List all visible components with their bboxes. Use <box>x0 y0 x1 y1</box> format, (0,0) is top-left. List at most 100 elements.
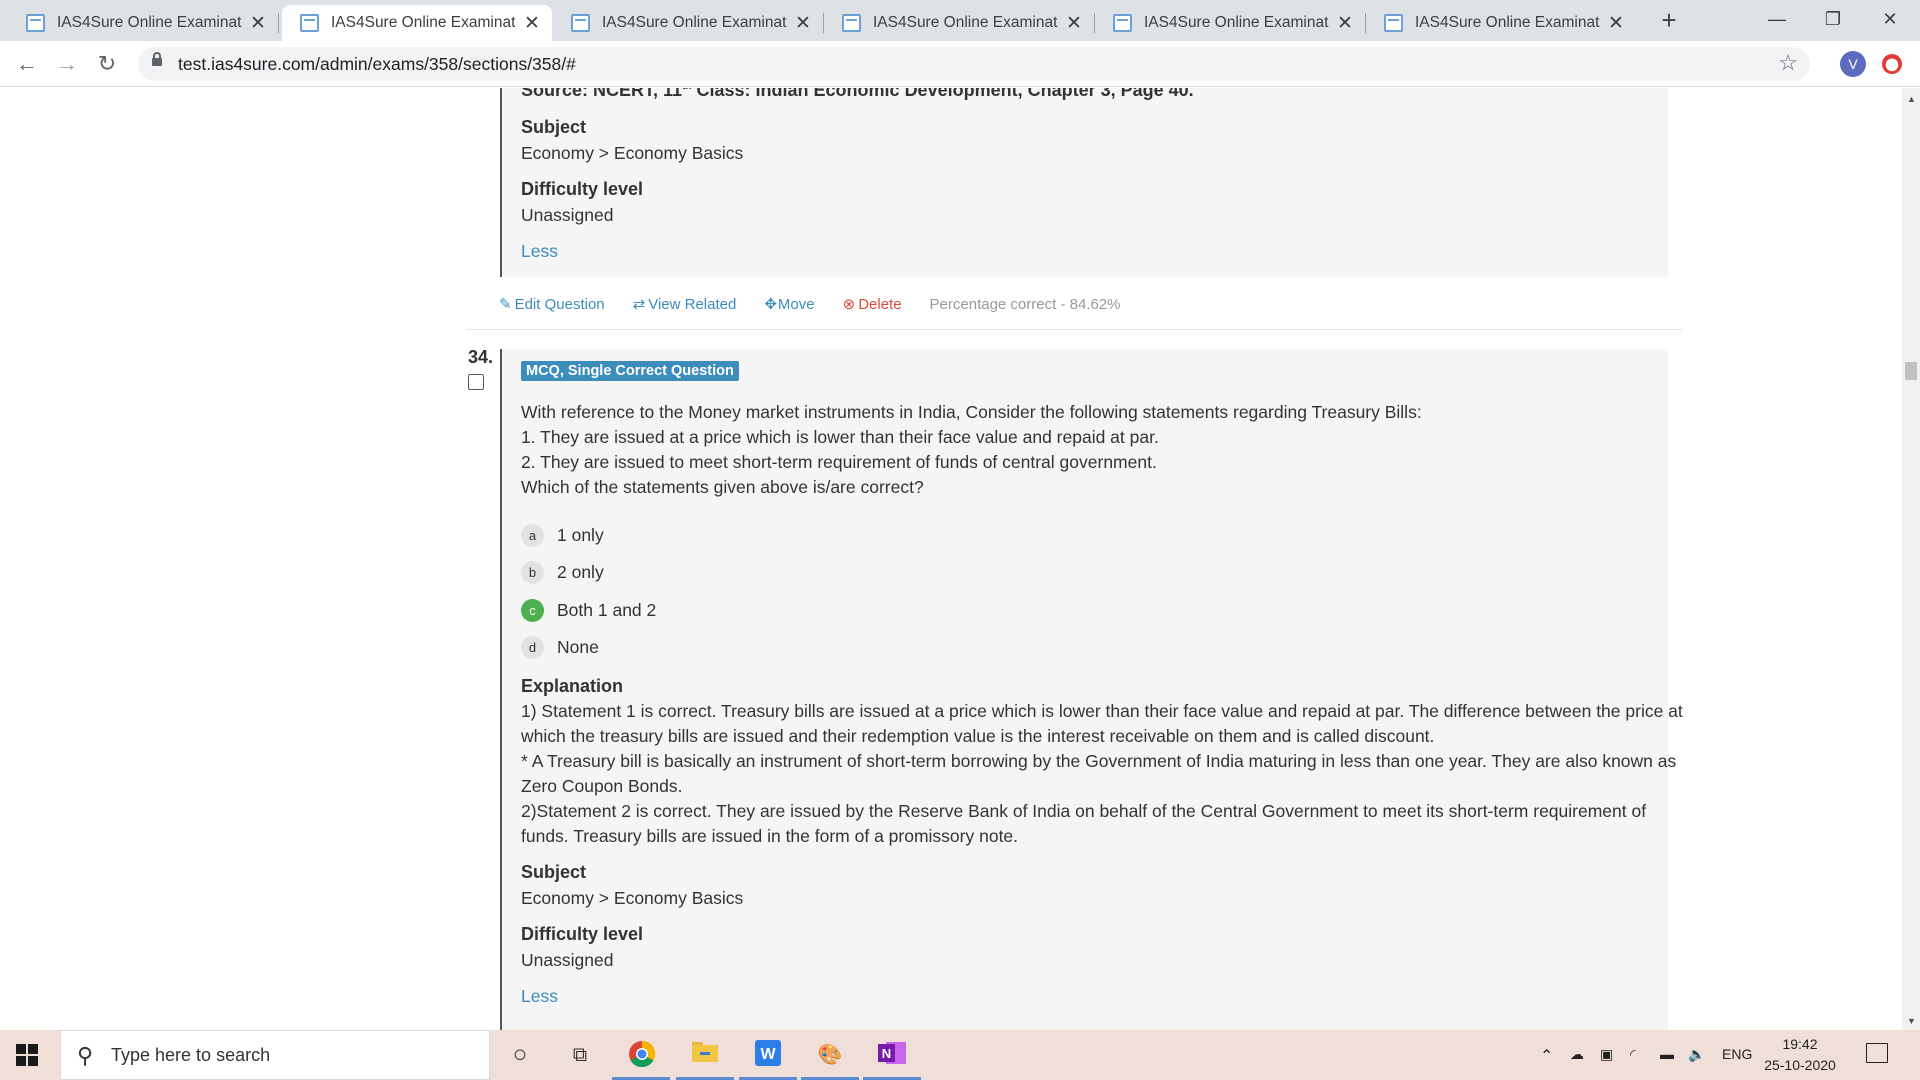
clock-time: 19:42 <box>1782 1036 1818 1052</box>
source-line: Source: NCERT, 11th Class: Indian Econom… <box>521 88 1194 101</box>
difficulty-label: Difficulty level <box>521 924 644 944</box>
less-link[interactable]: Less <box>521 986 558 1007</box>
page-scrollbar[interactable]: ▲ ▼ <box>1902 88 1920 1030</box>
divider <box>466 329 1682 330</box>
scroll-thumb[interactable] <box>1905 362 1917 380</box>
prev-question-panel <box>500 88 1668 277</box>
question-stem-line: 2. They are issued to meet short-term re… <box>521 452 1157 472</box>
browser-tab[interactable]: IAS4Sure Online Examination ✕ <box>1095 5 1366 41</box>
reload-button[interactable]: ↻ <box>92 49 122 79</box>
window-close-button[interactable]: ✕ <box>1862 0 1918 40</box>
delete-link[interactable]: ⊗ Delete <box>843 295 916 313</box>
less-link[interactable]: Less <box>521 241 558 262</box>
subject-value: Economy > Economy Basics <box>521 888 744 908</box>
question-stem-line: Which of the statements given above is/a… <box>521 477 924 497</box>
file-explorer-icon[interactable] <box>690 1040 720 1070</box>
tab-title: IAS4Sure Online Examination <box>1144 14 1329 31</box>
search-placeholder: Type here to search <box>111 1045 271 1065</box>
question-actions: ✎ Edit Question ⇄ View Related ✥Move ⊗ Dele… <box>499 295 1134 314</box>
page-icon <box>1384 14 1403 32</box>
browser-tab[interactable]: IAS4Sure Online Examination ✕ <box>8 5 279 41</box>
question-type-badge: MCQ, Single Correct Question <box>521 361 739 381</box>
scroll-up-arrow-icon[interactable]: ▲ <box>1907 94 1916 104</box>
tab-strip: IAS4Sure Online Examination ✕ IAS4Sure O… <box>0 0 1920 41</box>
tray-app-icon[interactable]: ▣ <box>1600 1046 1613 1063</box>
wifi-icon[interactable]: ◜ <box>1630 1046 1635 1063</box>
delete-label: Delete <box>858 296 902 313</box>
browser-tab[interactable]: IAS4Sure Online Examination ✕ <box>553 5 824 41</box>
bookmark-star-icon[interactable]: ☆ <box>1778 50 1798 76</box>
url-text[interactable]: test.ias4sure.com/admin/exams/358/sectio… <box>178 54 576 75</box>
volume-icon[interactable]: 🔈 <box>1688 1046 1705 1063</box>
page-icon <box>571 14 590 32</box>
close-icon[interactable]: ✕ <box>1064 12 1084 35</box>
system-clock[interactable]: 19:42 25-10-2020 <box>1764 1034 1836 1076</box>
task-view-icon[interactable]: ⧉ <box>565 1040 595 1070</box>
option-letter: b <box>521 561 544 584</box>
percentage-correct: Percentage correct - 84.62% <box>929 295 1121 313</box>
tab-title: IAS4Sure Online Examination <box>57 14 242 31</box>
option-letter: a <box>521 524 544 547</box>
browser-tab[interactable]: IAS4Sure Online Examination ✕ <box>824 5 1095 41</box>
option-b: b 2 only <box>521 561 604 584</box>
delete-circle-icon: ⊗ <box>842 296 856 313</box>
difficulty-value: Unassigned <box>521 205 614 225</box>
paint-app-icon[interactable]: 🎨 <box>815 1040 845 1070</box>
page-content: Source: NCERT, 11th Class: Indian Econom… <box>0 88 1902 1030</box>
move-icon: ✥ <box>764 296 777 313</box>
new-tab-button[interactable]: + <box>1654 5 1684 35</box>
source-rest: Class: Indian Economic Development, Chap… <box>691 88 1194 100</box>
clock-date: 25-10-2020 <box>1764 1057 1836 1073</box>
close-icon[interactable]: ✕ <box>248 12 268 35</box>
taskbar-search-box[interactable]: ⚲ Type here to search <box>60 1030 490 1080</box>
writer-app-icon[interactable]: W <box>753 1040 783 1070</box>
tab-title: IAS4Sure Online Examination <box>602 14 787 31</box>
notification-center-icon[interactable] <box>1866 1043 1888 1063</box>
option-letter: d <box>521 636 544 659</box>
option-text: None <box>557 637 599 657</box>
onenote-icon[interactable]: N <box>877 1040 907 1070</box>
difficulty-label: Difficulty level <box>521 179 644 199</box>
restore-button[interactable]: ❐ <box>1805 0 1861 40</box>
source-sup: th <box>682 88 691 92</box>
minimize-button[interactable]: — <box>1749 0 1805 40</box>
related-label: View Related <box>648 296 737 313</box>
option-letter-correct: c <box>521 599 544 622</box>
browser-tab[interactable]: IAS4Sure Online Examination ✕ <box>1366 5 1636 41</box>
battery-icon[interactable]: ▬ <box>1660 1046 1674 1062</box>
close-icon[interactable]: ✕ <box>522 12 542 35</box>
move-label: Move <box>777 296 815 313</box>
source-text: Source: NCERT, 11 <box>521 88 683 100</box>
page-icon <box>26 14 45 32</box>
show-hidden-icons-icon[interactable]: ⌃ <box>1540 1046 1553 1066</box>
move-link[interactable]: ✥Move <box>764 295 828 313</box>
page-icon <box>300 14 319 32</box>
tab-title: IAS4Sure Online Examination <box>873 14 1058 31</box>
subject-label: Subject <box>521 862 587 882</box>
windows-start-icon[interactable] <box>16 1044 38 1066</box>
view-related-link[interactable]: ⇄ View Related <box>633 295 751 313</box>
back-button[interactable]: ← <box>12 49 42 79</box>
option-c-correct: c Both 1 and 2 <box>521 599 656 622</box>
option-d: d None <box>521 636 599 659</box>
forward-button[interactable]: → <box>52 49 82 79</box>
subject-label: Subject <box>521 117 587 137</box>
close-icon[interactable]: ✕ <box>1335 12 1355 35</box>
scroll-down-arrow-icon[interactable]: ▼ <box>1907 1016 1916 1026</box>
address-bar[interactable]: test.ias4sure.com/admin/exams/358/sectio… <box>138 47 1810 81</box>
option-text: Both 1 and 2 <box>557 600 657 620</box>
profile-avatar[interactable]: V <box>1840 51 1866 77</box>
chrome-icon[interactable] <box>627 1040 657 1070</box>
browser-tab-active[interactable]: IAS4Sure Online Examination ✕ <box>282 5 552 41</box>
extension-icon[interactable]: ⬤ <box>1882 54 1902 74</box>
onedrive-sync-icon[interactable]: ☁ <box>1570 1046 1584 1063</box>
question-select-checkbox[interactable] <box>468 374 484 390</box>
language-indicator[interactable]: ENG <box>1722 1046 1752 1062</box>
option-text: 2 only <box>557 562 604 582</box>
cortana-icon[interactable]: ○ <box>505 1040 535 1070</box>
close-icon[interactable]: ✕ <box>793 12 813 35</box>
option-text: 1 only <box>557 525 604 545</box>
question-number: 34. <box>468 347 494 367</box>
edit-question-link[interactable]: ✎ Edit Question <box>499 295 619 313</box>
close-icon[interactable]: ✕ <box>1606 12 1626 35</box>
